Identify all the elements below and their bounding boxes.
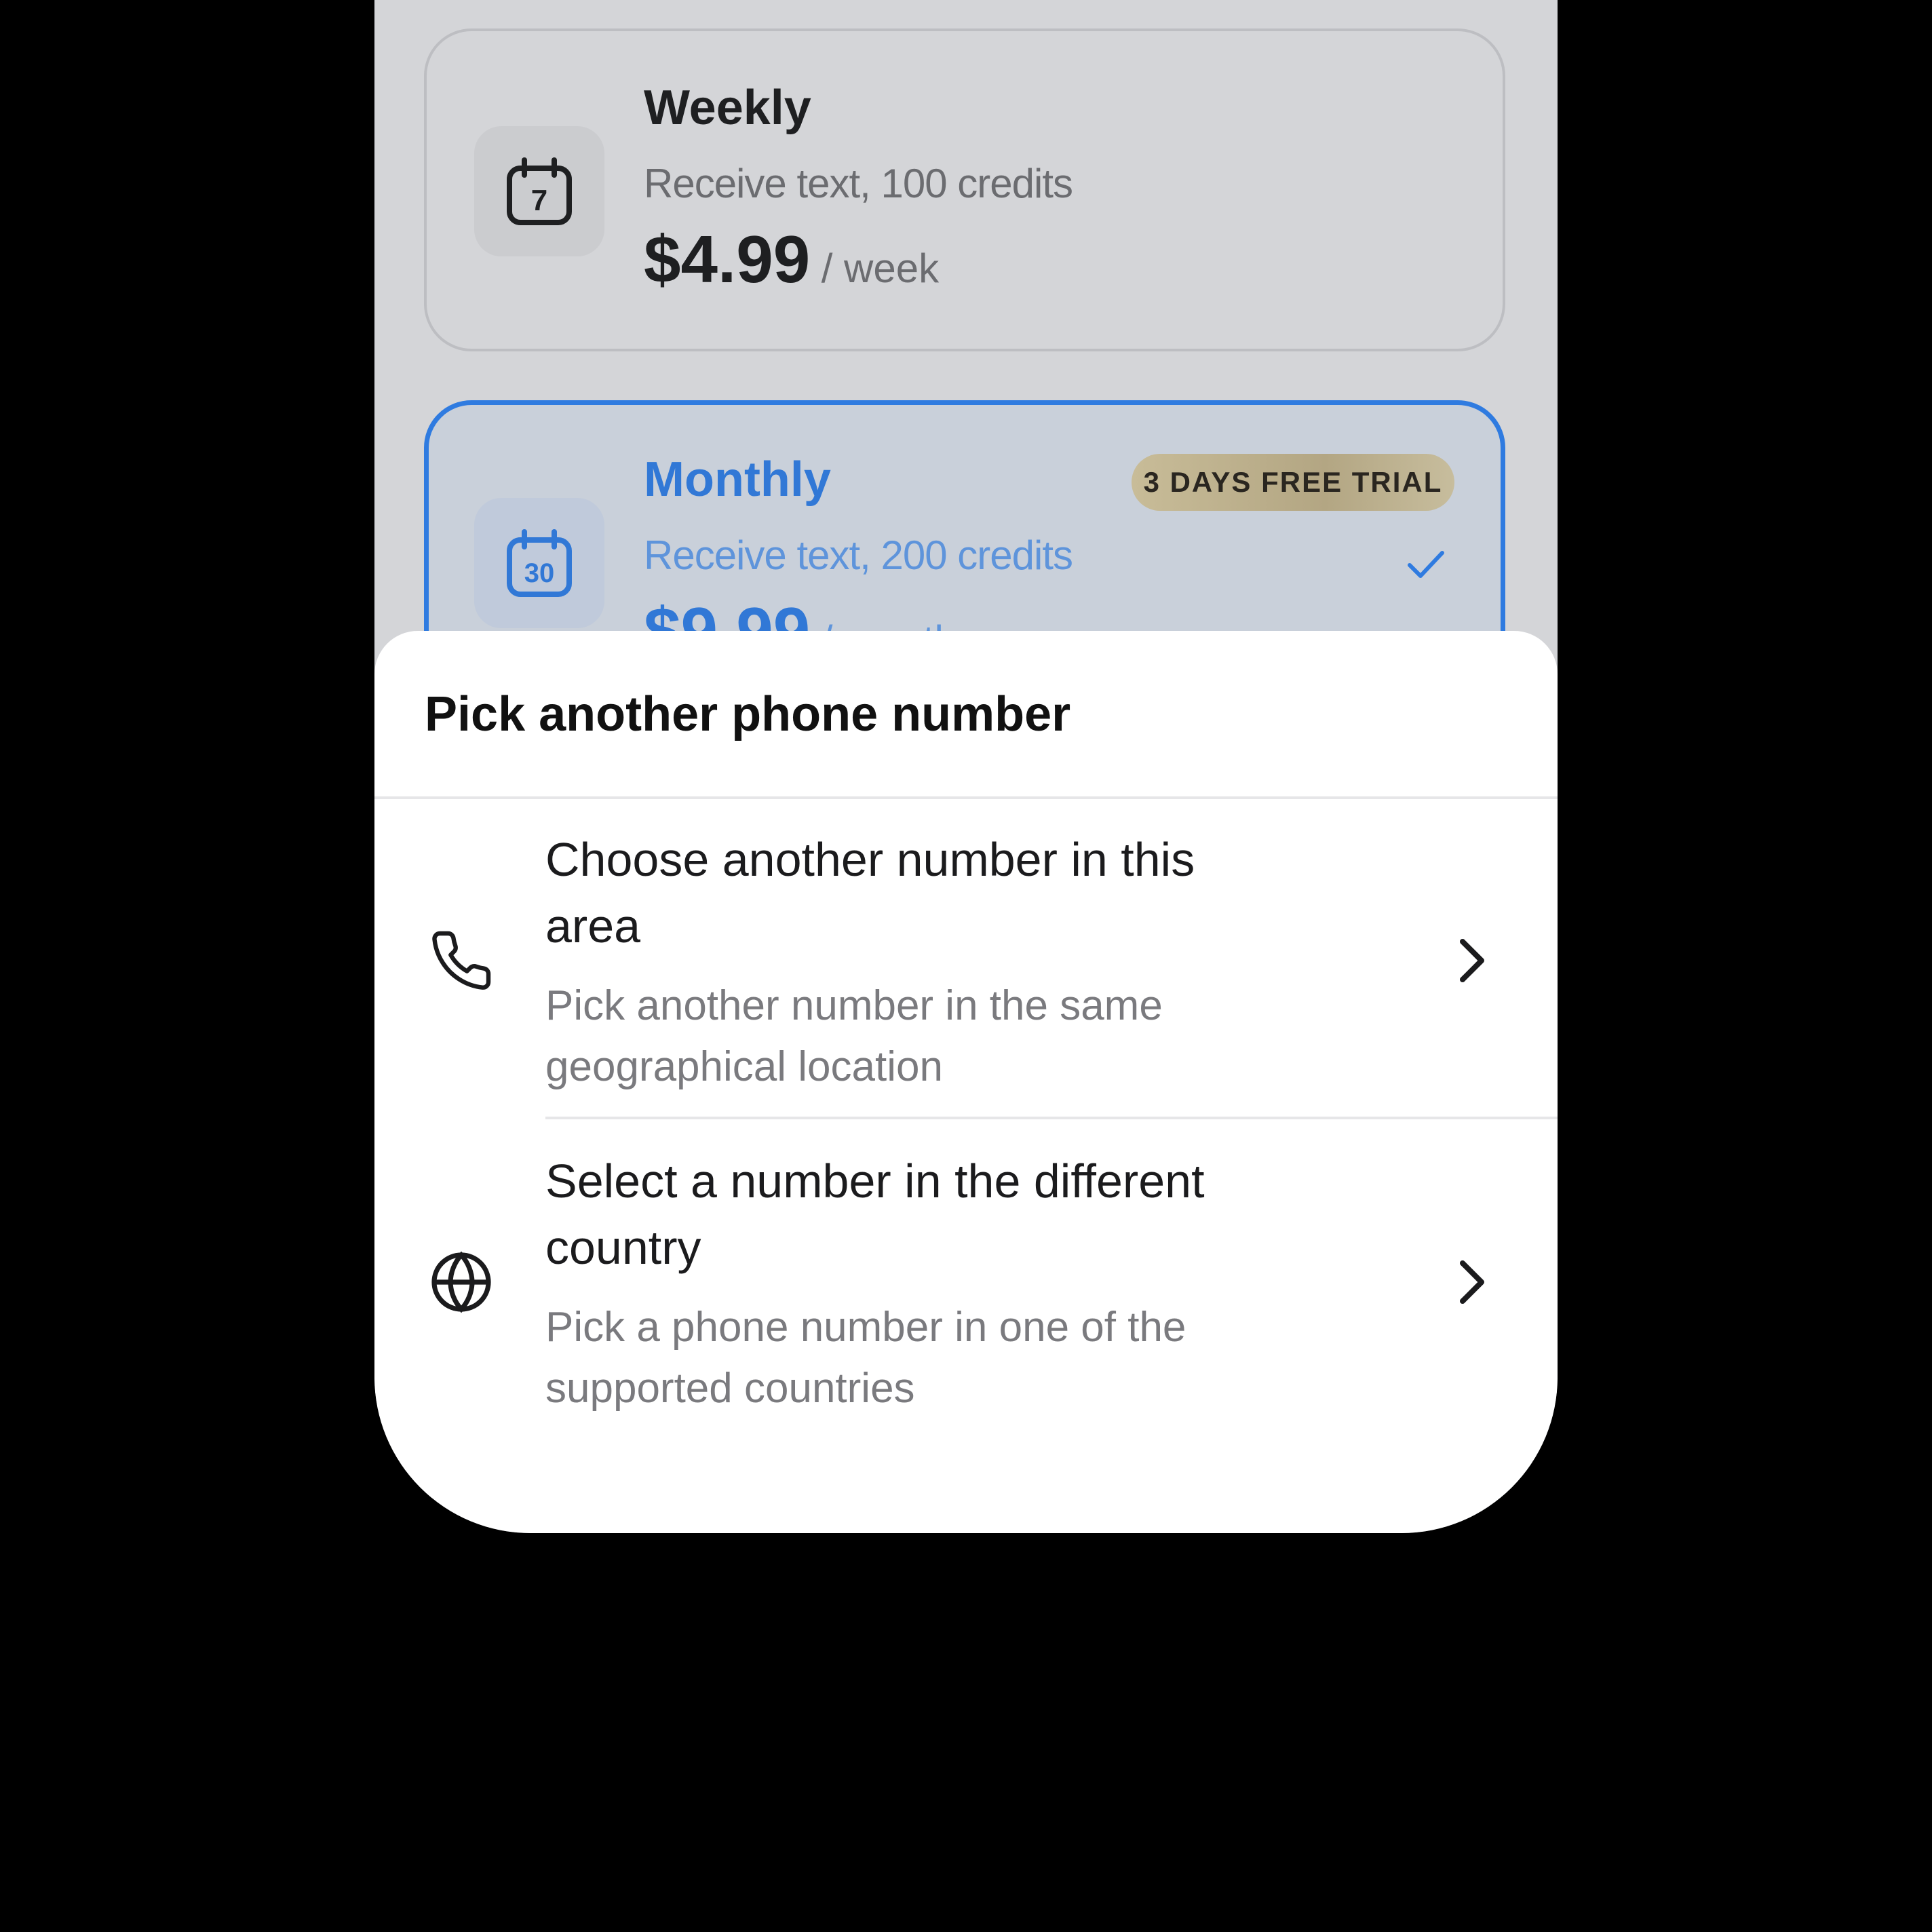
chevron-right-icon <box>1460 1260 1484 1304</box>
option-title: Select a number in the different country <box>545 1155 1205 1274</box>
checkmark-icon <box>1408 551 1444 578</box>
chevron-right-icon <box>1460 939 1484 982</box>
free-trial-badge: 3 DAYS FREE TRIAL <box>1132 454 1454 511</box>
calendar-number: 30 <box>524 558 555 588</box>
plan-card-weekly[interactable]: 7 Weekly Receive text, 100 credits $4.99… <box>424 28 1505 351</box>
phone-icon <box>432 931 491 990</box>
option-description: Pick another number in the same geograph… <box>545 982 1163 1090</box>
plan-price-row: $4.99 / week <box>644 221 939 298</box>
globe-icon <box>431 1251 491 1313</box>
plan-title: Weekly <box>644 81 811 135</box>
calendar-30-icon: 30 <box>507 529 572 597</box>
sheet-title: Pick another phone number <box>425 687 1071 741</box>
plan-price: $4.99 <box>644 222 811 296</box>
bottom-sheet: Pick another phone number Choose another… <box>374 631 1558 1533</box>
option-choose-number-in-area[interactable]: Choose another number in this area Pick … <box>374 799 1558 1118</box>
calendar-7-icon: 7 <box>507 157 572 225</box>
divider <box>545 1117 1558 1119</box>
option-title: Choose another number in this area <box>545 833 1195 952</box>
plan-title: Monthly <box>644 452 831 507</box>
phone-screen: 7 Weekly Receive text, 100 credits $4.99… <box>374 0 1558 1533</box>
plan-subtitle: Receive text, 200 credits <box>644 533 1073 578</box>
option-description: Pick a phone number in one of the suppor… <box>545 1304 1186 1412</box>
plan-period: / week <box>821 246 940 291</box>
option-select-number-different-country[interactable]: Select a number in the different country… <box>374 1121 1558 1440</box>
plan-icon-container: 7 <box>474 126 604 256</box>
calendar-number: 7 <box>531 184 547 217</box>
plan-icon-container: 30 <box>474 498 604 628</box>
plan-subtitle: Receive text, 100 credits <box>644 161 1073 206</box>
